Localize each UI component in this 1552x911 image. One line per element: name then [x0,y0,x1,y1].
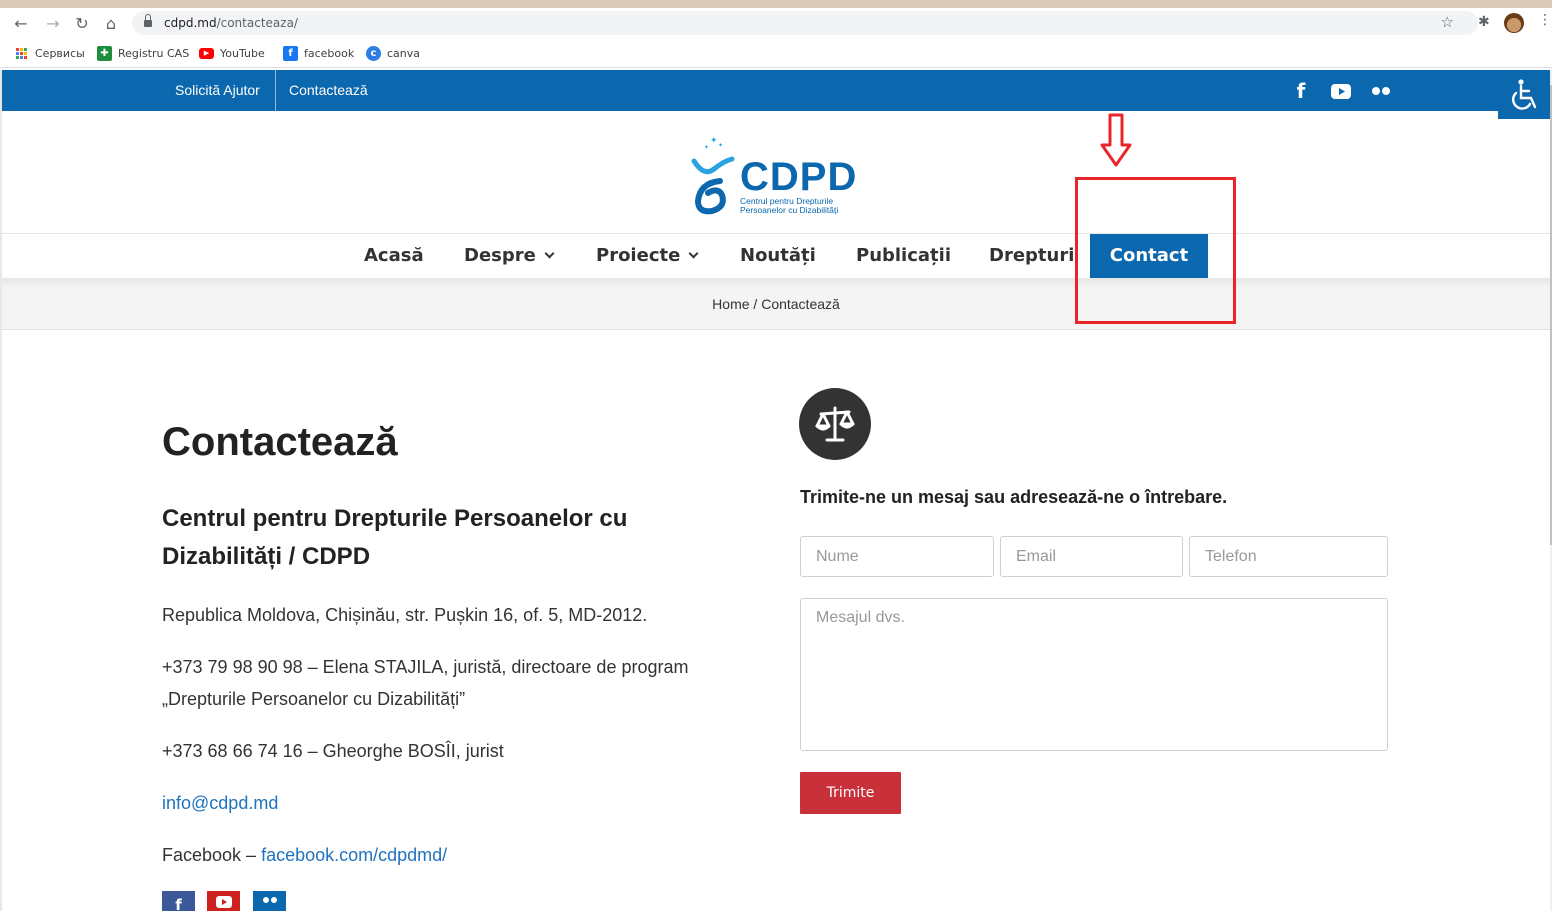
nav-item-label: Drepturi [989,245,1075,266]
nav-item-label: Acasă [364,245,424,266]
bookmark-label: YouTube [220,46,265,60]
url-text: cdpd.md/contacteaza/ [164,16,298,30]
facebook-line: Facebook – facebook.com/cdpdmd/ [162,839,447,871]
url-host: cdpd.md [164,16,217,30]
breadcrumb-bar: Home / Contactează [2,278,1550,330]
facebook-icon[interactable]: f [1294,79,1308,103]
annotation-highlight-box [1075,177,1236,324]
facebook-icon[interactable]: f [162,891,195,911]
nav-item-label: Proiecte [596,245,681,266]
chevron-down-icon [688,248,699,259]
form-heading: Trimite-ne un mesaj sau adresează-ne o î… [800,487,1228,507]
svg-text:✦: ✦ [718,142,723,149]
nav-item-label: Noutăți [740,245,816,266]
phone1-text: +373 79 98 90 98 – Elena STAJILA, jurist… [162,651,688,715]
main-nav: Acasă Despre Proiecte Noutăți Publicații… [2,234,1550,278]
nav-item-label: Publicații [856,245,951,266]
email-line: info@cdpd.md [162,787,278,819]
nav-item-proiecte[interactable]: Proiecte [596,234,699,278]
phone-field[interactable] [1189,536,1388,577]
bookmark-label: Сервисы [35,46,85,60]
browser-menu-icon[interactable]: ⋮ [1538,12,1552,28]
topbar-link-contact[interactable]: Contactează [289,70,368,111]
accessibility-button[interactable] [1498,70,1550,119]
extensions-icon[interactable]: ✱ [1478,14,1490,30]
organization-name: Centrul pentru Drepturile Persoanelor cu… [162,505,628,570]
address-text: Republica Moldova, Chișinău, str. Pușkin… [162,605,648,625]
bookmark-canva[interactable]: c canva [366,45,420,61]
submit-button[interactable]: Trimite [800,772,901,814]
phone1-line1: +373 79 98 90 98 – Elena STAJILA, jurist… [162,657,689,677]
browser-toolbar: ← → ↻ ⌂ cdpd.md/contacteaza/ ☆ [0,8,1552,38]
breadcrumb-separator: / [753,296,758,312]
scales-of-justice-icon [799,388,871,460]
page-title: Contactează [162,420,398,464]
bookmark-label: Registru CAS [118,46,190,60]
message-field[interactable] [800,598,1388,751]
nav-item-drepturi[interactable]: Drepturi [989,234,1074,278]
nav-item-noutati[interactable]: Noutăți [740,234,816,278]
bookmark-facebook[interactable]: f facebook [283,45,354,61]
flickr-icon[interactable] [1370,81,1392,101]
svg-text:✦: ✦ [710,136,718,146]
email-field[interactable] [1000,536,1183,577]
breadcrumb-home[interactable]: Home [712,296,749,312]
youtube-icon[interactable] [207,891,240,911]
nav-item-label: Despre [464,245,536,266]
wheelchair-icon [1511,78,1537,110]
youtube-icon[interactable] [1330,81,1352,101]
bookmark-registru-cas[interactable]: ✚ Registru CAS [97,45,189,61]
url-path: /contacteaza/ [216,16,298,30]
window-title-strip [0,0,1552,8]
lock-icon [144,14,152,27]
canva-icon: c [366,45,381,61]
registru-icon: ✚ [97,45,112,61]
bookmark-star-icon[interactable]: ☆ [1441,13,1454,31]
nav-item-despre[interactable]: Despre [464,234,555,278]
logo-subtitle: Centrul pentru Drepturile Persoanelor cu… [740,197,838,215]
logo-figure-icon: ✦ ✦ ✦ [691,136,735,215]
logo-subtitle-line2: Persoanelor cu Dizabilități [740,205,839,215]
annotation-arrow-icon [1100,113,1132,167]
nav-item-acasa[interactable]: Acasă [364,234,424,278]
chevron-down-icon [544,248,555,259]
name-field[interactable] [800,536,994,577]
bookmark-youtube[interactable]: ▶ YouTube [199,45,265,61]
reload-icon[interactable]: ↻ [71,12,93,34]
facebook-icon: f [283,45,298,61]
bookmark-label: canva [387,46,421,60]
phone2-text: +373 68 66 74 16 – Gheorghe BOSÎI, juris… [162,741,504,761]
phone1-line2: „Drepturile Persoanelor cu Dizabilități” [162,689,466,709]
facebook-label: Facebook – [162,845,262,865]
back-icon[interactable]: ← [10,12,32,34]
topbar-divider [275,70,276,111]
apps-grid-icon [14,46,29,61]
email-link[interactable]: info@cdpd.md [162,793,278,813]
profile-avatar[interactable] [1504,13,1524,33]
nav-item-publicatii[interactable]: Publicații [856,234,951,278]
bookmark-label: facebook [304,46,355,60]
site-topbar: Solicită Ajutor Contactează f [2,70,1550,111]
topbar-link-help[interactable]: Solicită Ajutor [175,70,260,111]
bookmark-services[interactable]: Сервисы [14,45,85,61]
youtube-icon: ▶ [199,47,214,59]
address-bar[interactable]: cdpd.md/contacteaza/ ☆ [132,11,1478,35]
page-left-edge [0,70,2,911]
bookmarks-bar: Сервисы ✚ Registru CAS ▶ YouTube f faceb… [0,38,1552,68]
site-logo[interactable]: ✦ ✦ ✦ CDPD Centrul pentru Drepturile Per… [690,133,870,221]
forward-icon[interactable]: → [42,12,64,34]
facebook-link[interactable]: facebook.com/cdpdmd/ [261,845,447,865]
home-icon[interactable]: ⌂ [100,12,122,34]
flickr-icon[interactable] [253,891,286,911]
svg-text:✦: ✦ [704,144,709,151]
logo-name: CDPD [740,155,858,199]
breadcrumb: Home / Contactează [2,296,1550,312]
breadcrumb-current: Contactează [761,296,840,312]
